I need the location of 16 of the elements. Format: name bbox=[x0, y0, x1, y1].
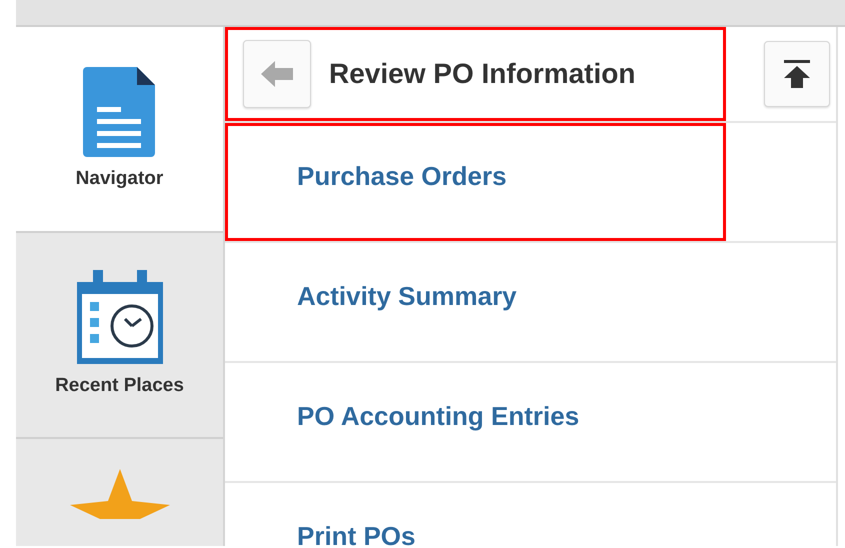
menu-link[interactable]: Print POs bbox=[297, 523, 416, 546]
tile-label: Recent Places bbox=[55, 374, 184, 398]
menu-link[interactable]: Activity Summary bbox=[297, 283, 517, 309]
back-button[interactable] bbox=[243, 40, 311, 108]
menu-link[interactable]: PO Accounting Entries bbox=[297, 403, 580, 429]
menu-link[interactable]: Purchase Orders bbox=[297, 163, 507, 189]
back-arrow-icon bbox=[261, 61, 293, 87]
document-icon bbox=[82, 64, 156, 159]
sidebar-tile[interactable]: Recent Places bbox=[16, 233, 223, 439]
sidebar-tile[interactable]: Navigator bbox=[16, 27, 223, 233]
calendar-clock-icon bbox=[74, 270, 164, 366]
scroll-top-icon bbox=[784, 60, 810, 88]
tile-label: Navigator bbox=[76, 166, 164, 191]
star-icon bbox=[70, 469, 170, 519]
scroll-top-button[interactable] bbox=[764, 41, 830, 107]
page-title: Review PO Information bbox=[329, 57, 636, 91]
